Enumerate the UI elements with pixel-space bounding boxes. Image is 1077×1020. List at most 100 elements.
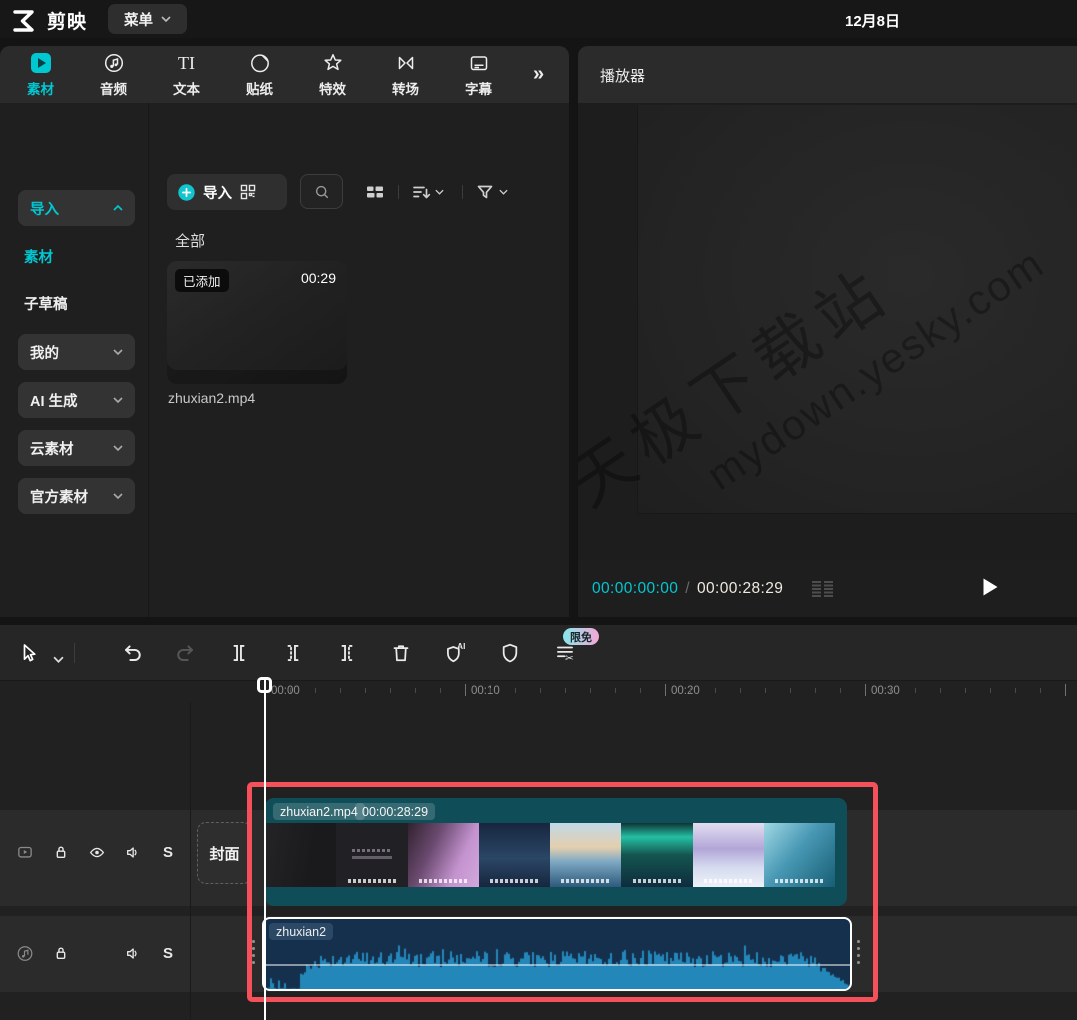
total-time: 00:00:28:29 (697, 580, 783, 597)
volume-line[interactable] (264, 964, 850, 966)
qr-scan-icon[interactable] (239, 183, 257, 201)
star-icon (322, 51, 344, 75)
chevron-down-icon (113, 397, 123, 403)
sidebar-item-material[interactable]: 素材 (24, 246, 53, 267)
sidebar-item-subdraft[interactable]: 子草稿 (24, 293, 68, 314)
video-clip[interactable]: zhuxian2.mp4 00:00:28:29 (265, 798, 847, 906)
lock-icon[interactable] (52, 944, 70, 962)
ruler-tick (540, 688, 541, 693)
speaker-icon[interactable] (124, 944, 142, 962)
filter-button[interactable] (474, 181, 508, 203)
ruler-tick (690, 688, 691, 693)
cover-button[interactable]: 封面 (197, 822, 252, 884)
subtitle-icon (468, 51, 490, 75)
ruler-tick (740, 688, 741, 693)
media-sidebar: 导入 素材 子草稿 我的 AI 生成 云素材 官方素材 (0, 103, 148, 617)
video-viewport[interactable] (637, 105, 1077, 514)
filmstrip-thumbnail (408, 823, 479, 887)
redo-button[interactable] (174, 641, 198, 665)
chevron-up-icon (113, 205, 123, 211)
asset-panel: 素材 音频 TI 文本 (0, 46, 569, 617)
filter-icon (474, 181, 496, 203)
split-icon (227, 641, 251, 665)
ruler-tick (390, 688, 391, 693)
player-header: 播放器 (578, 46, 1077, 103)
tab-audio[interactable]: 音频 (77, 46, 150, 103)
chevron-down-icon (435, 189, 444, 195)
ruler-label: 00:20 (671, 685, 700, 697)
app-title: 剪映 (47, 7, 87, 34)
playhead[interactable] (257, 677, 272, 693)
ruler-tick (565, 688, 566, 693)
clip-left-handle[interactable] (252, 940, 255, 964)
filmstrip (265, 823, 835, 887)
media-card[interactable]: 已添加 00:29 (167, 261, 347, 384)
sidebar-item-official[interactable]: 官方素材 (18, 478, 135, 514)
solo-toggle[interactable]: S (163, 945, 173, 962)
shield-icon (498, 641, 522, 665)
tab-label: 素材 (27, 78, 54, 98)
grid-view-button[interactable] (364, 181, 386, 203)
undo-icon (120, 641, 144, 665)
clip-right-handle[interactable] (857, 940, 860, 964)
sort-button[interactable] (410, 181, 444, 203)
ruler-tick (340, 688, 341, 693)
player-panel: 播放器 天极下载站 mydown.yesky.com 00:00:00:00/0… (578, 46, 1077, 617)
tab-transitions[interactable]: 转场 (369, 46, 442, 103)
cursor-icon (17, 642, 39, 664)
video-track-icon (16, 843, 34, 861)
ruler-tick (440, 688, 441, 693)
divider (74, 643, 75, 663)
tab-sticker[interactable]: 贴纸 (223, 46, 296, 103)
mask-button[interactable] (498, 641, 522, 665)
ruler-tick (1065, 684, 1066, 696)
divider (462, 185, 463, 199)
ruler-tick (365, 688, 366, 693)
tab-text[interactable]: TI 文本 (150, 46, 223, 103)
clip-duration-label: 00:00:28:29 (355, 803, 435, 820)
eye-icon[interactable] (88, 843, 106, 861)
frames-icon[interactable] (810, 579, 836, 599)
titlebar: 剪映 菜单 12月8日 (0, 0, 1077, 38)
delete-left-button[interactable] (281, 641, 305, 665)
tab-media[interactable]: 素材 (4, 46, 77, 103)
timeline-ruler[interactable]: 00:0000:1000:2000:30 (0, 680, 1077, 702)
delete-right-button[interactable] (335, 641, 359, 665)
search-button[interactable] (300, 174, 343, 209)
tab-captions[interactable]: 字幕 (442, 46, 515, 103)
smart-tool-button[interactable]: AI (443, 641, 467, 665)
split-button[interactable] (227, 641, 251, 665)
sidebar-item-label: 导入 (30, 198, 59, 219)
ruler-tick (465, 684, 466, 696)
filmstrip-thumbnail (479, 823, 550, 887)
lock-icon[interactable] (52, 843, 70, 861)
menu-button[interactable]: 菜单 (108, 4, 187, 34)
sidebar-item-mine[interactable]: 我的 (18, 334, 135, 370)
date-label: 12月8日 (845, 10, 900, 31)
transition-icon (395, 51, 417, 75)
search-icon (313, 183, 331, 201)
audio-clip[interactable]: zhuxian2 (262, 917, 852, 991)
sidebar-item-import[interactable]: 导入 (18, 190, 135, 226)
ruler-tick (890, 688, 891, 693)
undo-button[interactable] (120, 641, 144, 665)
time-separator: / (685, 580, 690, 597)
tab-effects[interactable]: 特效 (296, 46, 369, 103)
import-label: 导入 (203, 182, 232, 203)
solo-toggle[interactable]: S (163, 844, 173, 861)
delete-left-icon (281, 641, 305, 665)
chevron-down-icon (113, 349, 123, 355)
play-button[interactable] (982, 577, 999, 597)
speaker-icon[interactable] (124, 843, 142, 861)
ruler-tick (790, 688, 791, 693)
ruler-label: 00:30 (871, 685, 900, 697)
import-button[interactable]: 导入 (167, 174, 287, 210)
sidebar-item-cloud[interactable]: 云素材 (18, 430, 135, 466)
ruler-tick (715, 688, 716, 693)
select-tool-dropdown[interactable] (46, 647, 70, 671)
select-tool-button[interactable] (16, 641, 40, 665)
sidebar-item-ai-generate[interactable]: AI 生成 (18, 382, 135, 418)
more-tabs-button[interactable]: » (533, 63, 544, 86)
delete-button[interactable] (389, 641, 413, 665)
ruler-tick (990, 688, 991, 693)
